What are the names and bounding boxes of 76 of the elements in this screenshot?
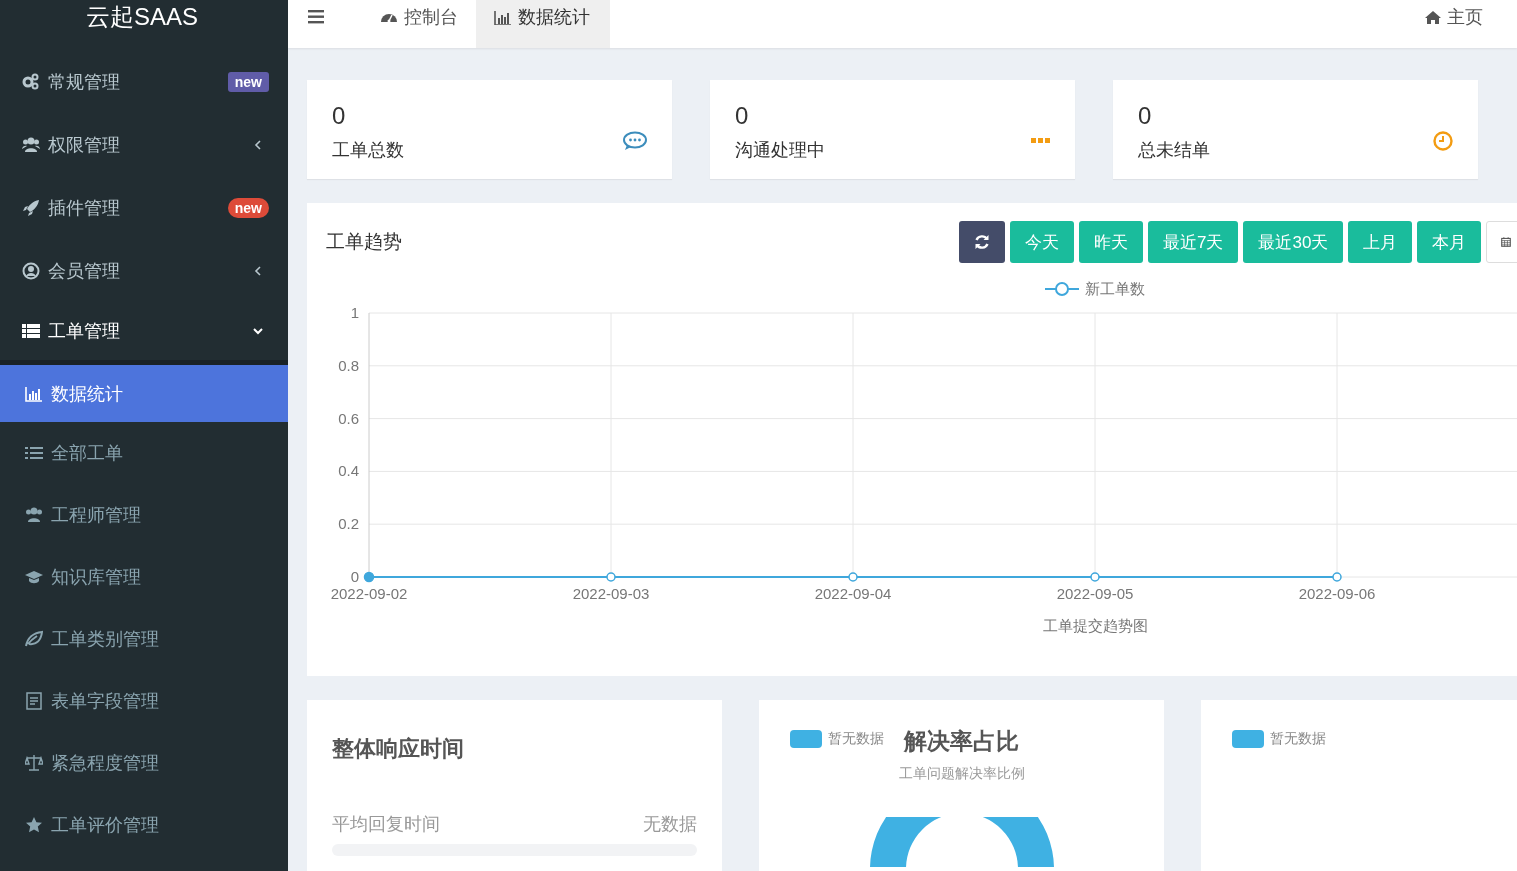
data-point (363, 571, 375, 583)
nav-tab[interactable]: 控制台 (362, 0, 478, 48)
data-point (848, 572, 858, 582)
sidebar-subitem[interactable]: 工单类别管理 (0, 608, 288, 670)
y-axis-label: 1 (350, 304, 359, 321)
refresh-button[interactable] (959, 221, 1005, 263)
menu-icon (308, 10, 324, 24)
legend-swatch (1232, 730, 1265, 748)
y-axis-label: 0.6 (338, 409, 359, 427)
legend-label[interactable]: 暂无数据 (827, 730, 884, 748)
home-icon (1425, 10, 1441, 24)
clock-icon (1433, 130, 1453, 151)
bar-chart-icon (494, 9, 512, 25)
stat-value: 0 (735, 102, 750, 130)
x-axis-label: 2022-09-05 (1056, 585, 1134, 602)
home-link[interactable]: 主页 (1425, 0, 1517, 48)
metric-value: 无数据 (642, 813, 697, 836)
sidebar-subitem[interactable]: 数据统计 (0, 365, 288, 422)
sidebar-item[interactable]: 插件管理 new (0, 176, 288, 239)
sidebar-item[interactable]: 会员管理 (0, 239, 288, 302)
x-axis-label: 2022-09-02 (330, 585, 408, 602)
chart-legend[interactable] (1044, 282, 1080, 296)
y-axis-label: 0 (350, 568, 359, 585)
sidebar-subitem[interactable]: 知识库管理 (0, 546, 288, 608)
stat-value: 0 (332, 102, 347, 130)
stat-value: 0 (1138, 102, 1153, 130)
sidebar-subitem[interactable]: 工单评价管理 (0, 794, 288, 856)
y-axis-label: 0.4 (338, 462, 359, 480)
gears-icon (22, 72, 40, 91)
graduation-cap-icon (25, 568, 43, 586)
card-title: 解决率占比 (904, 727, 1020, 756)
new-badge: new (227, 197, 269, 218)
sidebar-subitem[interactable]: 全部工单 (0, 422, 288, 484)
leaf-icon (25, 630, 43, 648)
legend-label[interactable]: 暂无数据 (1270, 730, 1327, 748)
scale-icon (25, 754, 43, 772)
rocket-icon (22, 198, 40, 217)
sidebar-item[interactable]: 常规管理 new (0, 50, 288, 113)
brand-logo: 云起SAAS (85, 2, 199, 32)
y-axis-label: 0.8 (338, 356, 359, 374)
metric-label: 平均回复时间 (332, 813, 440, 836)
new-badge: new (227, 71, 269, 92)
data-point (606, 572, 616, 582)
nav-tab[interactable]: 数据统计 (476, 0, 610, 48)
ellipsis-icon (1031, 138, 1050, 143)
list-icon (22, 322, 40, 340)
x-axis-label: 2022-09-03 (572, 585, 650, 602)
speech-bubble-icon (623, 130, 647, 151)
card-title: 整体响应时间 (332, 735, 465, 763)
sidebar-subitem[interactable]: 表单字段管理 (0, 670, 288, 732)
users-icon (22, 135, 40, 154)
sidebar-item[interactable]: 权限管理 (0, 113, 288, 176)
star-icon (25, 816, 43, 834)
refresh-icon (974, 234, 990, 250)
user-circle-icon (22, 261, 40, 280)
data-point (1332, 572, 1342, 582)
calendar-button[interactable] (1486, 221, 1517, 263)
x-axis-title: 工单提交趋势图 (1042, 617, 1148, 634)
calendar-icon (1501, 235, 1512, 249)
y-axis-label: 0.2 (338, 515, 359, 533)
stat-label: 工单总数 (332, 139, 404, 162)
sidebar-subitem[interactable]: 紧急程度管理 (0, 732, 288, 794)
data-point (1090, 572, 1100, 582)
x-axis-label: 2022-09-04 (814, 585, 892, 602)
legend-swatch (789, 730, 822, 748)
stat-label: 总未结单 (1138, 139, 1210, 162)
x-axis-label: 2022-09-06 (1298, 585, 1376, 602)
form-icon (25, 692, 43, 710)
users-icon (25, 506, 43, 524)
bar-chart-icon (25, 384, 43, 403)
list-icon (25, 444, 43, 462)
stat-label: 沟通处理中 (735, 139, 825, 162)
sidebar-subitem[interactable]: 工程师管理 (0, 484, 288, 546)
card-title: 工单趋势 (326, 230, 403, 254)
legend-label: 新工单数 (1085, 280, 1145, 297)
card-subtitle: 工单问题解决率比例 (898, 765, 1025, 783)
